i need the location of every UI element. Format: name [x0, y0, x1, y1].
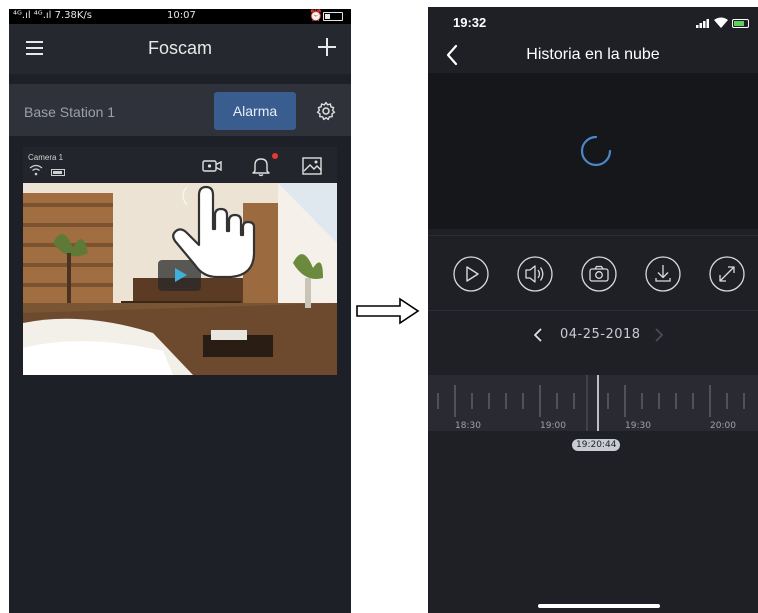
date-selector: 04-25-2018	[428, 322, 758, 350]
download-icon[interactable]	[645, 256, 681, 292]
station-name: Base Station 1	[24, 104, 116, 120]
home-indicator[interactable]	[538, 604, 660, 608]
top-nav-bar: Foscam	[9, 24, 351, 74]
battery-icon	[323, 12, 343, 21]
chevron-right-icon[interactable]	[654, 328, 664, 342]
status-bar: 19:32	[428, 7, 758, 37]
play-icon[interactable]	[453, 256, 489, 292]
status-time: 10:07	[167, 10, 196, 21]
camera-icon[interactable]	[581, 256, 617, 292]
alarm-button[interactable]: Alarma	[214, 92, 296, 130]
page-title: Historia en la nube	[526, 46, 660, 63]
timeline-label: 19:30	[625, 421, 651, 431]
status-time: 19:32	[453, 15, 487, 30]
left-phone-screen: ⁴ᴳ.ıl ⁴ᴳ.ıl 7.38K/s 10:07 ⏰ Foscam Base …	[9, 9, 351, 613]
timeline-label: 18:30	[455, 421, 481, 431]
timeline-scrubber[interactable]: 18:30 19:00 19:30 20:00	[428, 375, 758, 431]
video-player[interactable]	[428, 73, 758, 229]
loading-spinner-icon	[580, 135, 612, 167]
right-phone-screen: 19:32 Historia en la nube 04-25-2018 18:…	[428, 7, 758, 613]
date-value: 04-25-2018	[560, 327, 641, 342]
fullscreen-icon[interactable]	[709, 256, 745, 292]
wifi-icon	[29, 164, 43, 176]
image-icon[interactable]	[301, 155, 323, 177]
app-title: Foscam	[147, 38, 212, 58]
status-bar: ⁴ᴳ.ıl ⁴ᴳ.ıl 7.38K/s 10:07 ⏰	[9, 9, 351, 24]
divider	[428, 235, 758, 236]
bell-icon[interactable]	[250, 155, 272, 177]
base-station-bar: Base Station 1 Alarma	[9, 84, 351, 136]
alarm-clock-icon: ⏰	[309, 9, 323, 22]
notification-dot	[272, 153, 278, 159]
current-time-badge: 19:20:44	[572, 439, 621, 451]
plus-icon[interactable]	[318, 38, 336, 56]
timeline-label: 19:00	[540, 421, 566, 431]
camera-name: Camera 1	[28, 153, 64, 162]
wifi-icon	[714, 17, 728, 28]
timeline-label: 20:00	[710, 421, 736, 431]
camera-card-header: Camera 1	[23, 147, 337, 183]
playback-controls	[428, 245, 758, 307]
hand-pointer-icon	[172, 185, 256, 279]
gear-icon[interactable]	[316, 101, 336, 121]
signal-bars-icon	[696, 19, 709, 28]
speaker-icon[interactable]	[517, 256, 553, 292]
divider	[428, 310, 758, 311]
signal-status: ⁴ᴳ.ıl ⁴ᴳ.ıl 7.38K/s	[13, 10, 93, 21]
video-icon[interactable]	[201, 155, 223, 177]
transition-arrow-icon	[356, 297, 420, 325]
camera-battery-icon	[51, 169, 65, 176]
chevron-left-icon[interactable]	[533, 328, 543, 342]
battery-icon	[732, 19, 749, 28]
